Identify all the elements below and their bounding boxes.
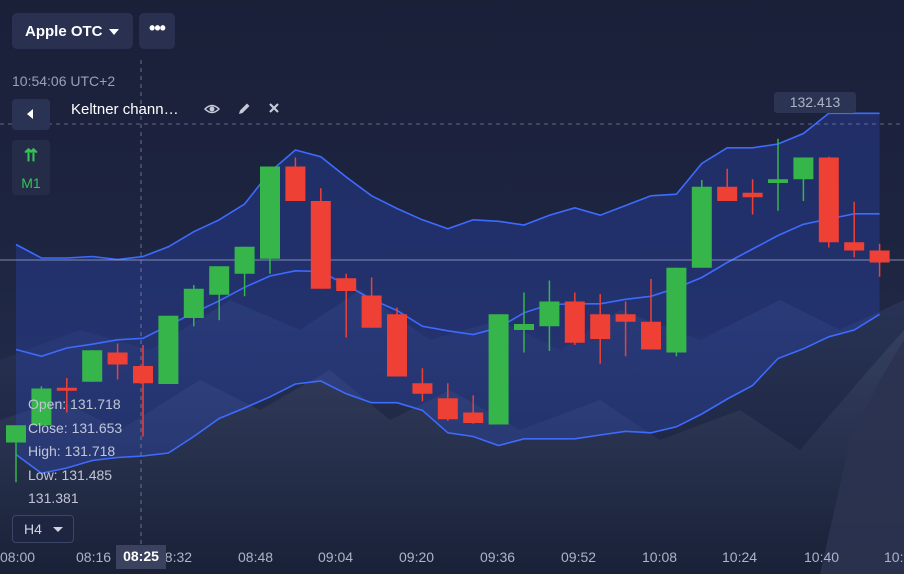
candle-body — [818, 157, 839, 243]
candle[interactable] — [260, 166, 280, 274]
candle-body — [463, 412, 484, 423]
candle-body — [539, 301, 560, 327]
candle-body — [768, 179, 788, 183]
chevron-left-icon — [27, 109, 33, 119]
period-selector-button[interactable]: H4 — [12, 515, 74, 543]
candle-body — [6, 425, 26, 443]
candle-body — [412, 383, 433, 394]
timeframe-label: M1 — [21, 175, 41, 191]
candle-body — [158, 315, 179, 384]
candle-body — [234, 246, 255, 274]
candle-body — [209, 266, 230, 295]
x-tick-label: 10:08 — [642, 549, 678, 565]
candle-body — [56, 387, 77, 391]
candle-body — [844, 242, 865, 251]
asset-selector-button[interactable]: Apple OTC — [12, 13, 133, 49]
ohlc-low: Low: 131.485 — [28, 466, 113, 483]
candle-body — [310, 201, 331, 289]
candle-body — [387, 314, 407, 377]
candle-body — [133, 366, 153, 384]
candle-body — [183, 288, 204, 318]
ohlc-close: Close: 131.653 — [28, 419, 123, 436]
ohlc-tooltip: Open: 131.718 Close: 131.653 High: 131.7… — [28, 393, 122, 511]
x-tick-label: 10:5 — [884, 549, 904, 565]
candle-body — [107, 352, 128, 365]
x-tick-label: 08:16 — [76, 549, 112, 565]
candle-body — [564, 301, 585, 343]
candle-body — [260, 166, 280, 259]
x-tick-label: 08:48 — [238, 549, 274, 565]
more-options-button[interactable]: ••• — [139, 13, 175, 49]
candle[interactable] — [818, 156, 839, 248]
chart-stage: Apple OTC ••• 10:54:06 UTC+2 Keltner cha… — [0, 0, 904, 574]
candle[interactable] — [82, 350, 103, 382]
pencil-icon[interactable] — [236, 101, 252, 121]
chevron-down-icon — [53, 527, 63, 532]
trend-arrows-icon: ⇈ — [23, 146, 39, 165]
asset-label: Apple OTC — [25, 23, 103, 40]
collapse-indicators-button[interactable] — [12, 99, 50, 130]
price-label: 132.413 — [774, 92, 856, 113]
candle-body — [590, 314, 611, 339]
x-tick-label: 10:24 — [722, 549, 758, 565]
candle[interactable] — [387, 307, 407, 377]
candle-body — [666, 267, 687, 353]
eye-icon[interactable] — [203, 101, 221, 121]
candle[interactable] — [488, 314, 509, 425]
x-tick-label: 08:00 — [0, 549, 36, 565]
candle[interactable] — [691, 180, 712, 268]
close-icon[interactable] — [267, 101, 281, 119]
price-chart[interactable] — [0, 0, 904, 574]
candle-body — [641, 321, 661, 350]
candle-body — [488, 314, 509, 425]
x-tick-label: 09:04 — [318, 549, 354, 565]
x-tick-label: 09:20 — [399, 549, 435, 565]
ohlc-high: High: 131.718 — [28, 443, 116, 459]
x-tick-label: 09:52 — [561, 549, 597, 565]
candle-body — [717, 186, 738, 201]
crosshair-time-marker: 08:25 — [116, 545, 166, 569]
candle[interactable] — [158, 315, 179, 384]
chevron-down-icon — [109, 29, 119, 35]
x-tick-label: 10:40 — [804, 549, 840, 565]
timeframe-button[interactable]: ⇈ M1 — [12, 140, 50, 195]
candle-body — [437, 398, 458, 420]
x-tick-label: 09:36 — [480, 549, 516, 565]
candle-body — [285, 166, 306, 201]
candle-body — [361, 295, 382, 328]
ohlc-extra: 131.381 — [28, 490, 79, 506]
candle-body — [615, 314, 636, 322]
candle-body — [742, 192, 763, 198]
indicator-name: Keltner chann… — [71, 101, 179, 118]
candle[interactable] — [310, 188, 331, 289]
candle-body — [514, 324, 534, 330]
server-clock: 10:54:06 UTC+2 — [12, 73, 116, 89]
candle-body — [691, 186, 712, 268]
ohlc-open: Open: 131.718 — [28, 396, 121, 412]
candle-body — [793, 157, 814, 180]
candle[interactable] — [666, 267, 687, 357]
candle-body — [336, 278, 357, 291]
candle-body — [869, 250, 890, 263]
candle-body — [82, 350, 103, 382]
period-label: H4 — [24, 521, 42, 537]
